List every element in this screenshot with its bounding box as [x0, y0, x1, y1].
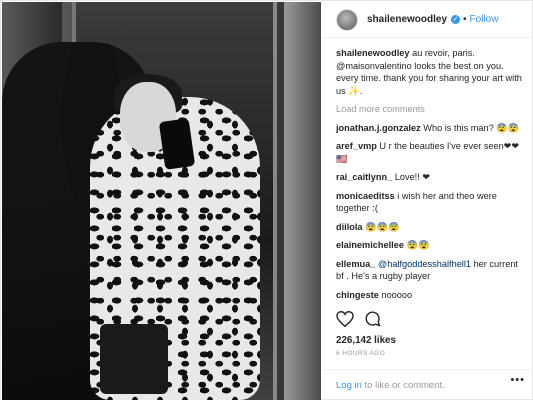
post-actions — [336, 310, 526, 332]
caption-username[interactable]: shailenewoodley — [336, 48, 410, 58]
comment-item: elainemichellee 😨😨 — [336, 239, 526, 252]
post-frame: shailenewoodley ✓ • Follow shailenewoodl… — [0, 0, 533, 400]
avatar[interactable] — [336, 8, 358, 31]
caption-mention[interactable]: @maisonvalentino — [336, 61, 412, 71]
comment-username[interactable]: jonathan.j.gonzalez — [336, 123, 421, 133]
comment-text: 😨😨😨 — [365, 221, 400, 232]
load-more-comments-button[interactable]: Load more comments — [336, 103, 526, 116]
comment-text: nooooo — [381, 289, 413, 300]
comment-text: Who is this man? 😨😨 — [423, 122, 520, 133]
comment-username[interactable]: rai_caitlynn_ — [336, 172, 392, 182]
header-username[interactable]: shailenewoodley — [367, 14, 447, 25]
comment-username[interactable]: elainemichellee — [336, 240, 404, 250]
login-prompt-text: to like or comment. — [364, 379, 445, 391]
comments-list: shailenewoodley au revoir, paris. @maiso… — [336, 47, 526, 307]
login-link[interactable]: Log in — [336, 380, 362, 391]
photo-phone — [158, 118, 196, 170]
comment-username[interactable]: aref_vmp — [336, 141, 377, 151]
comment-mention[interactable]: @halfgoddesshalfhell1 — [378, 259, 471, 269]
elevator-panel-right — [284, 2, 321, 400]
post-timestamp: 6 HOURS AGO — [336, 350, 386, 357]
likes-count[interactable]: 226,142 likes — [336, 335, 396, 346]
separator-dot: • — [463, 14, 467, 25]
like-heart-icon[interactable] — [336, 310, 354, 332]
comment-item: aref_vmp U r the beauties I've ever seen… — [336, 140, 526, 165]
comment-bubble-icon[interactable] — [364, 310, 381, 332]
comment-item: jonathan.j.gonzalez Who is this man? 😨😨 — [336, 122, 526, 135]
more-options-icon[interactable]: ••• — [510, 374, 525, 386]
caption-text-1: au revoir, paris. — [412, 48, 475, 58]
comment-username[interactable]: monicaeditss — [336, 191, 395, 201]
comment-text: Love!! ❤ — [394, 172, 431, 182]
verified-badge-icon: ✓ — [451, 15, 461, 24]
comment-username[interactable]: chingeste — [336, 290, 379, 300]
post-photo[interactable] — [2, 2, 321, 400]
post-header: shailenewoodley ✓ • Follow — [322, 2, 533, 38]
comment-item: chingeste nooooo — [336, 289, 526, 302]
caption: shailenewoodley au revoir, paris. @maiso… — [336, 47, 526, 97]
comment-item: monicaeditss i wish her and theo were to… — [336, 190, 526, 215]
comment-username[interactable]: diilola — [336, 222, 363, 232]
post-sidebar: shailenewoodley ✓ • Follow shailenewoodl… — [322, 2, 533, 400]
comment-item: rai_caitlynn_ Love!! ❤ — [336, 171, 526, 184]
follow-button[interactable]: Follow — [470, 14, 499, 25]
comment-item: ellemua_ @halfgoddesshalfhell1 her curre… — [336, 258, 526, 283]
comment-text: 😨😨 — [406, 240, 430, 250]
comment-username[interactable]: ellemua_ — [336, 259, 375, 269]
login-prompt: Log in to like or comment. — [322, 369, 533, 400]
photo-bag — [100, 324, 168, 394]
comment-item: diilola 😨😨😨 — [336, 221, 526, 234]
